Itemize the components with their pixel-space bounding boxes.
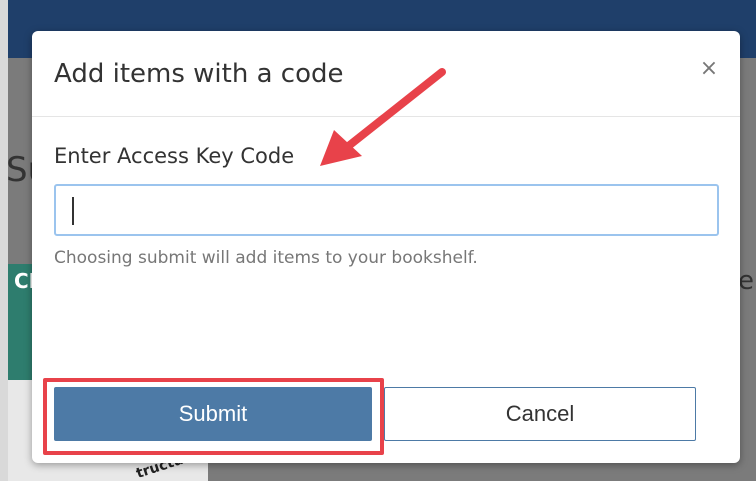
cancel-button[interactable]: Cancel xyxy=(384,387,696,441)
help-text: Choosing submit will add items to your b… xyxy=(54,248,478,268)
background-cover-text: CMS xyxy=(14,269,34,293)
text-cursor xyxy=(72,197,74,225)
submit-button[interactable]: Submit xyxy=(54,387,372,441)
background-edge xyxy=(0,0,8,481)
modal-header-divider xyxy=(32,116,740,117)
add-items-modal: Add items with a code × Enter Access Key… xyxy=(32,31,740,463)
close-icon[interactable]: × xyxy=(698,58,720,80)
access-key-field[interactable] xyxy=(54,184,719,236)
background-right-text: e xyxy=(738,266,754,296)
modal-title: Add items with a code xyxy=(54,59,344,89)
access-key-label: Enter Access Key Code xyxy=(54,144,295,168)
access-key-input[interactable] xyxy=(56,186,717,234)
